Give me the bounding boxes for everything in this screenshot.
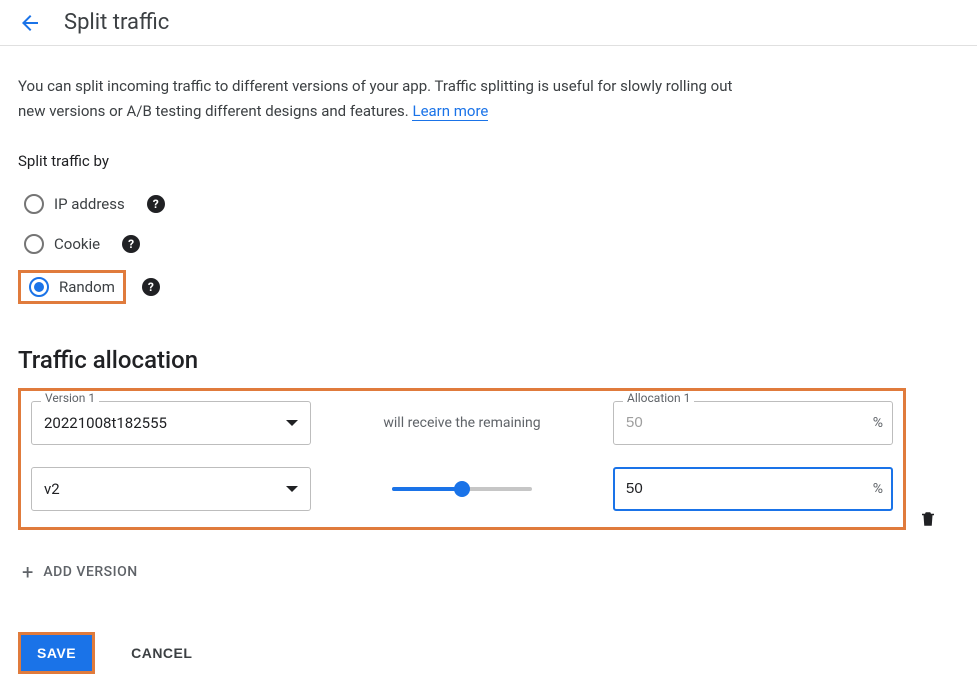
percent-suffix: %: [873, 481, 883, 497]
allocation-slider[interactable]: [392, 487, 532, 491]
version-value: 20221008t182555: [44, 414, 167, 432]
version-select-box[interactable]: v2: [31, 467, 311, 511]
allocation-row: v2 %: [31, 467, 893, 511]
plus-icon: +: [22, 562, 33, 582]
radio-label-random: Random: [59, 278, 115, 296]
page-header: Split traffic: [0, 0, 977, 46]
radio-label-cookie: Cookie: [54, 235, 100, 253]
allocation-float-label: Allocation 1: [623, 391, 694, 405]
slider-thumb[interactable]: [454, 481, 470, 497]
version-select-box[interactable]: 20221008t182555: [31, 401, 311, 445]
radio-row-cookie: Cookie ?: [18, 224, 942, 264]
add-version-label: ADD VERSION: [43, 564, 137, 580]
chevron-down-icon: [286, 486, 298, 492]
learn-more-link[interactable]: Learn more: [412, 102, 488, 121]
split-by-label: Split traffic by: [18, 152, 942, 170]
help-icon[interactable]: ?: [142, 278, 160, 296]
version-select[interactable]: v2: [31, 467, 311, 511]
allocation-input[interactable]: [613, 467, 893, 511]
slider-col: [333, 487, 591, 491]
traffic-allocation-heading: Traffic allocation: [18, 346, 942, 374]
delete-row-button[interactable]: [914, 510, 942, 528]
allocation-panel: Version 1 20221008t182555 will receive t…: [18, 388, 906, 530]
intro-text: You can split incoming traffic to differ…: [18, 74, 748, 124]
radio-circle-icon: [29, 277, 49, 297]
version-select[interactable]: Version 1 20221008t182555: [31, 401, 311, 445]
footer-actions: SAVE CANCEL: [18, 632, 942, 674]
allocation-row: Version 1 20221008t182555 will receive t…: [31, 401, 893, 445]
help-icon[interactable]: ?: [122, 235, 140, 253]
content-area: You can split incoming traffic to differ…: [0, 46, 960, 692]
percent-suffix: %: [873, 415, 883, 431]
radio-circle-icon: [24, 194, 44, 214]
remaining-text: will receive the remaining: [383, 415, 540, 431]
radio-row-ip: IP address ?: [18, 184, 942, 224]
highlight-random: Random: [18, 270, 126, 304]
radio-ip[interactable]: IP address: [18, 190, 131, 218]
cancel-button[interactable]: CANCEL: [125, 635, 198, 671]
back-arrow-icon[interactable]: [18, 11, 42, 35]
radio-circle-icon: [24, 234, 44, 254]
radio-cookie[interactable]: Cookie: [18, 230, 106, 258]
save-button[interactable]: SAVE: [21, 635, 92, 671]
add-version-button[interactable]: + ADD VERSION: [18, 554, 142, 590]
help-icon[interactable]: ?: [147, 195, 165, 213]
slider-fill: [392, 487, 462, 491]
radio-label-ip: IP address: [54, 195, 125, 213]
remaining-note: will receive the remaining: [333, 415, 591, 431]
page-title: Split traffic: [64, 10, 169, 35]
version-value: v2: [44, 480, 60, 498]
chevron-down-icon: [286, 420, 298, 426]
allocation-field: %: [613, 467, 893, 511]
radio-dot-icon: [34, 282, 44, 292]
radio-row-random: Random ?: [18, 264, 942, 310]
intro-body: You can split incoming traffic to differ…: [18, 77, 732, 120]
split-by-radio-group: IP address ? Cookie ? Random ?: [18, 184, 942, 310]
allocation-field: Allocation 1 %: [613, 401, 893, 445]
version-float-label: Version 1: [41, 391, 99, 405]
allocation-input: [613, 401, 893, 445]
highlight-save: SAVE: [18, 632, 95, 674]
radio-random[interactable]: Random: [23, 273, 121, 301]
